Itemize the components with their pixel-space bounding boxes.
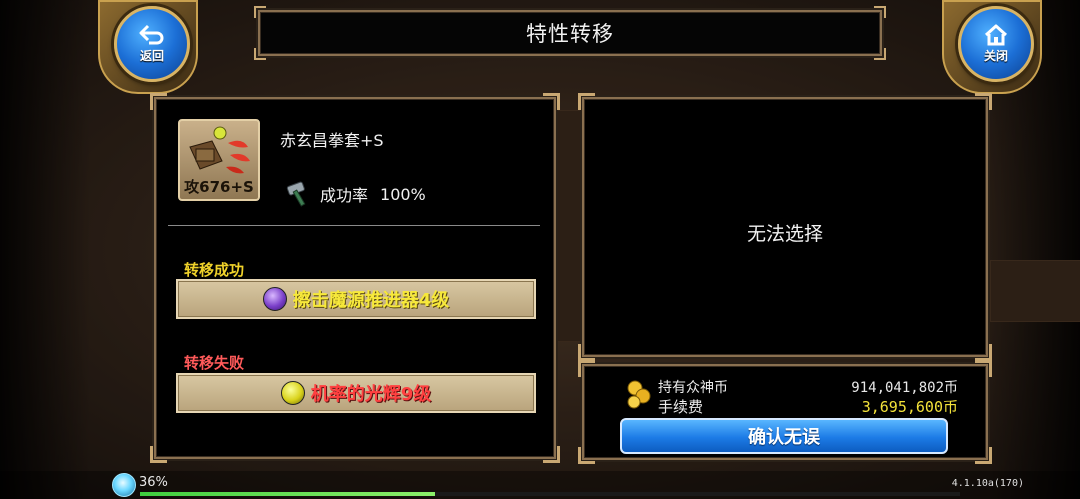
corner-decor: [254, 6, 266, 18]
corner-decor: [543, 93, 560, 110]
exp-bar-fill: [140, 492, 436, 496]
item-panel: 攻676+S 赤玄昌拳套+S 成功率 100% 转移成功 擦击魔源推进器4级 转…: [150, 93, 560, 463]
close-button[interactable]: 关闭: [958, 6, 1034, 82]
corner-decor: [578, 93, 595, 110]
corner-decor: [975, 344, 992, 361]
divider: [168, 225, 540, 226]
purple-orb-icon: [262, 287, 287, 311]
corner-decor: [150, 93, 167, 110]
corner-decor: [578, 360, 595, 377]
gauntlet-icon: [189, 126, 250, 174]
corner-decor: [543, 446, 560, 463]
item-name: 赤玄昌拳套+S: [280, 131, 384, 150]
exp-bar: [140, 492, 960, 496]
no-selection-text: 无法选择: [746, 223, 823, 245]
close-label: 关闭: [983, 49, 1008, 63]
corner-decor: [874, 6, 886, 18]
fail-effect-row: 机率的光辉9级: [176, 373, 536, 413]
item-attack: 攻676+S: [184, 178, 254, 196]
success-rate-label: 成功率: [320, 186, 369, 205]
item-slot[interactable]: 攻676+S: [178, 119, 260, 201]
success-effect-text: 擦击魔源推进器4级: [292, 290, 450, 311]
coin-stack-icon: [627, 380, 651, 409]
back-button[interactable]: 返回: [114, 6, 190, 82]
corner-decor: [254, 48, 266, 60]
fee-label: 手续费: [658, 398, 704, 416]
success-effect-row: 擦击魔源推进器4级: [176, 279, 536, 319]
version-text: 4.1.10a(170): [951, 478, 1024, 489]
confirm-button[interactable]: 确认无误: [620, 418, 948, 454]
fee-panel: 持有众神币 914,041,802币 手续费 3,695,600币 确认无误: [578, 360, 992, 464]
title-bar: 特性转移: [254, 6, 886, 60]
corner-decor: [975, 447, 992, 464]
home-icon: [984, 24, 1008, 46]
success-title: 转移成功: [184, 261, 245, 279]
success-rate-value: 100%: [380, 184, 426, 204]
exp-percent: 36%: [139, 475, 168, 490]
corner-decor: [150, 446, 167, 463]
success-rate: 成功率 100%: [284, 179, 426, 209]
corner-decor: [578, 447, 595, 464]
corner-decor: [975, 93, 992, 110]
corner-decor: [975, 360, 992, 377]
corner-decor: [874, 48, 886, 60]
exp-orb-icon: [112, 473, 136, 497]
owned-coins-value: 914,041,802币: [851, 380, 958, 396]
yellow-orb-icon: [280, 381, 305, 405]
owned-coins-label: 持有众神币: [658, 380, 728, 396]
fail-effect-text: 机率的光辉9级: [310, 384, 432, 405]
corner-decor: [578, 344, 595, 361]
back-label: 返回: [139, 49, 164, 63]
fail-title: 转移失败: [184, 354, 245, 372]
fee-value: 3,695,600币: [861, 398, 958, 416]
back-arrow-icon: [139, 24, 164, 45]
hammer-icon: [286, 181, 306, 207]
target-panel[interactable]: 无法选择: [578, 93, 992, 361]
page-title: 特性转移: [526, 22, 614, 46]
